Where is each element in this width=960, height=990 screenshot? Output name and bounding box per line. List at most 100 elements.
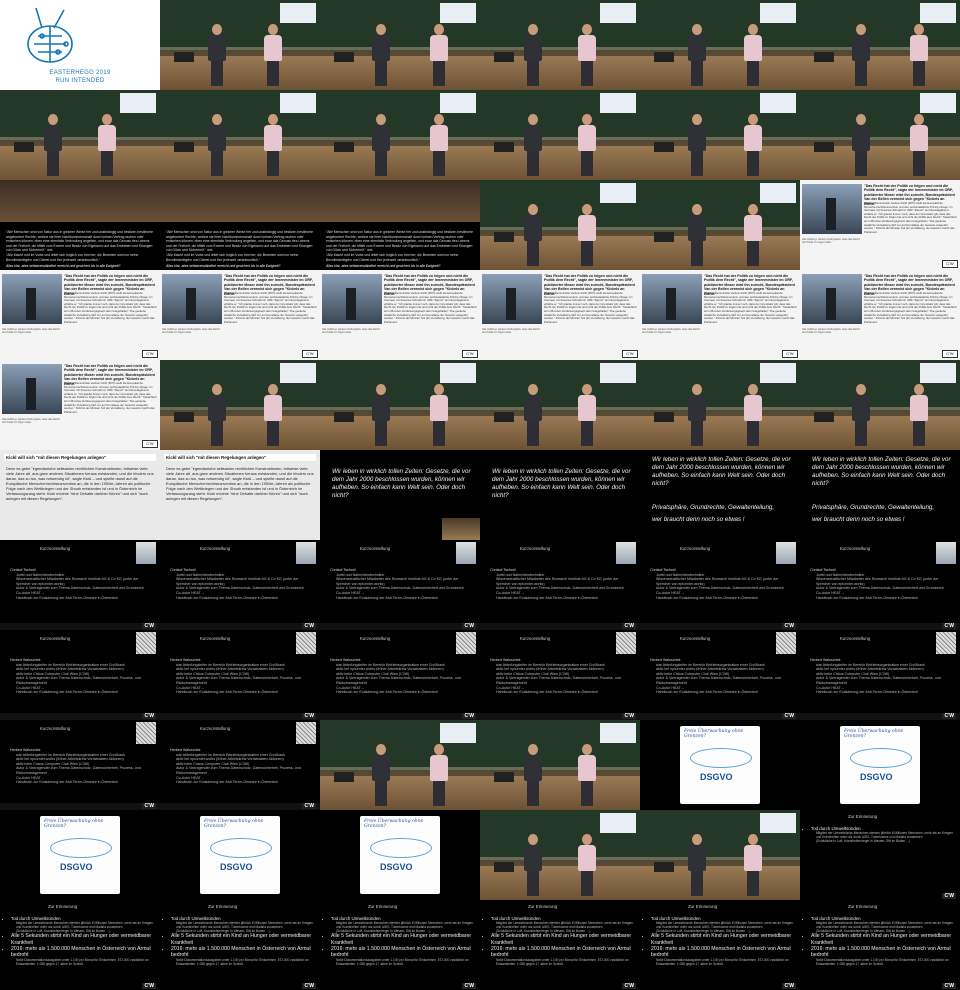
bio-item: Autor & Vortragender zum Thema Datenschu… bbox=[176, 766, 301, 775]
quote-slide-frame: "Alle Menschen sind von Natur aus in gle… bbox=[320, 180, 480, 270]
speaker-dark-shirt bbox=[688, 114, 706, 176]
reminder-subitem: Mitglied der Umweltsünde-Menschen sterbe… bbox=[16, 921, 153, 930]
reminder-heading: Zur Erinnerung bbox=[208, 904, 238, 909]
projection-screen bbox=[920, 3, 956, 23]
laptop bbox=[654, 232, 674, 242]
reminder-item: 2016: mehr als 1.500.000 Menschen in Öst… bbox=[331, 946, 474, 958]
article-body: Wien – Innenminister Herbert Kickl (FPÖ)… bbox=[864, 291, 957, 324]
bio-item: Wissenschaftlicher Mitarbeiter des Resea… bbox=[16, 577, 139, 586]
laptop bbox=[814, 142, 834, 152]
reminder-subitem: Mitglied der Umweltsünde-Menschen sterbe… bbox=[816, 921, 953, 930]
speaker-pink-shirt bbox=[430, 384, 448, 446]
reminder-subitem: Nutzt Dokumentationsausgaben unter 1.100… bbox=[176, 958, 309, 967]
laptop bbox=[334, 52, 354, 62]
sketchnote: Freie Überwachung ohne Grenzen? DSGVO bbox=[840, 726, 920, 804]
video-strip bbox=[0, 180, 160, 222]
projection-screen bbox=[760, 93, 796, 113]
bio-list: Herbert Waloschek war Abteilungsleiter im… bbox=[486, 658, 632, 695]
c3w-logo: C'W bbox=[622, 983, 636, 989]
c3w-logo: C'W bbox=[302, 623, 316, 629]
sketch-doodle bbox=[370, 838, 432, 858]
sketch-doodle bbox=[690, 748, 752, 768]
lecture-video-frame bbox=[640, 90, 800, 180]
c3w-logo: C'W bbox=[782, 623, 796, 629]
sketchnote: Freie Überwachung ohne Grenzen? DSGVO bbox=[680, 726, 760, 804]
c3w-logo: C'W bbox=[142, 983, 156, 989]
lecture-video-frame bbox=[160, 0, 320, 90]
speaker-dark-shirt bbox=[208, 114, 226, 176]
footer-bar bbox=[0, 803, 160, 810]
speaker-dark-shirt bbox=[44, 114, 62, 176]
person-silhouette bbox=[666, 288, 676, 320]
laptop bbox=[814, 52, 834, 62]
picture-in-picture bbox=[442, 518, 480, 540]
lecture-video-frame bbox=[480, 810, 640, 900]
reminder-subitem: Nutzt Dokumentationsausgaben unter 1.100… bbox=[336, 958, 469, 967]
laptop bbox=[174, 142, 194, 152]
laptop bbox=[14, 142, 34, 152]
reminder-subitem: Nutzt Dokumentationsausgaben unter 1.100… bbox=[816, 958, 949, 967]
speaker-bio-frame: Kurzvorstellung Herbert Waloschek war Abte… bbox=[0, 720, 160, 810]
rabbit-circuit-icon bbox=[27, 7, 73, 63]
bio-item: Autor & Vortragender zum Thema Datenschu… bbox=[816, 676, 941, 685]
reminder-slide-frame: Zur Erinnerung Tod durch UmweltsündenMitg… bbox=[800, 900, 960, 990]
speaker-dark-shirt bbox=[688, 204, 706, 266]
speaker-bio-frame: Kurzvorstellung Christof Tschohl Jurist un… bbox=[320, 540, 480, 630]
news-article-frame: Alte Hofburg: Herbert Kickl glaubt, dass… bbox=[800, 180, 960, 270]
lecture-video-frame bbox=[800, 0, 960, 90]
article-body: Wien – Innenminister Herbert Kickl (FPÖ)… bbox=[544, 291, 637, 324]
c3w-logo: C'W bbox=[942, 350, 958, 358]
speaker-pink-shirt bbox=[264, 114, 282, 176]
projection-screen bbox=[760, 3, 796, 23]
speaker-dark-shirt bbox=[524, 114, 542, 176]
person-silhouette bbox=[26, 378, 36, 410]
sketchnote-keyword: DSGVO bbox=[380, 862, 413, 872]
lecture-video-frame bbox=[640, 810, 800, 900]
bio-list: Herbert Waloschek war Abteilungsleiter im… bbox=[326, 658, 472, 695]
footer-bar bbox=[480, 623, 640, 630]
lecture-video-frame bbox=[480, 180, 640, 270]
footer-bar bbox=[480, 713, 640, 720]
footer-bar bbox=[320, 623, 480, 630]
bio-item: Wissenschaftlicher Mitarbeiter des Resea… bbox=[656, 577, 779, 586]
speaker-bio-frame: Kurzvorstellung Herbert Waloschek war Abte… bbox=[640, 630, 800, 720]
reminder-subitem: Nutzt Dokumentationsausgaben unter 1.100… bbox=[656, 958, 789, 967]
laptop bbox=[494, 52, 514, 62]
projection-screen bbox=[280, 363, 316, 383]
laptop bbox=[814, 412, 834, 422]
reminder-item: Alle 5 Sekunden stirbt ein Kind an Hunge… bbox=[491, 933, 634, 945]
bio-heading: Kurzvorstellung bbox=[520, 546, 551, 551]
slide-body: Denn es gebe "irgendwelche seltsamen rec… bbox=[166, 466, 314, 501]
reminder-subitem: Mitglied der Umweltsünde-Menschen sterbe… bbox=[816, 831, 953, 840]
reminder-subitem: Nutzt Dokumentationsausgaben unter 1.100… bbox=[496, 958, 629, 967]
bio-list: Christof Tschohl Jurist und Nahrichtentec… bbox=[326, 568, 472, 600]
lecture-video-frame bbox=[0, 90, 160, 180]
quote-slide-frame: "Alle Menschen sind von Natur aus in gle… bbox=[0, 180, 160, 270]
speaker-dark-shirt bbox=[524, 204, 542, 266]
c3w-logo: C'W bbox=[942, 713, 956, 719]
speaker-pink-shirt bbox=[264, 24, 282, 86]
slide-body: Denn es gebe "irgendwelche seltsamen rec… bbox=[6, 466, 154, 501]
bio-item: Autor & Vortragender zum Thema Datenschu… bbox=[176, 676, 301, 685]
photo-caption: Alte Hofburg: Herbert Kickl glaubt, dass… bbox=[802, 328, 860, 335]
reminder-list: Tod durch UmweltsündenMitglied der Umwel… bbox=[806, 826, 954, 843]
c3w-logo: C'W bbox=[142, 803, 156, 809]
contact-sheet-grid: EASTERHEGG 2019 RUN INTENDED "Alle Mensche… bbox=[0, 0, 960, 990]
reminder-list: Tod durch UmweltsündenMitglied der Umwel… bbox=[326, 916, 474, 966]
bio-item: Wissenschaftlicher Mitarbeiter des Resea… bbox=[496, 577, 619, 586]
speaker-pink-shirt bbox=[744, 834, 762, 896]
sketchnote-title: Freie Überwachung ohne Grenzen? bbox=[204, 819, 264, 829]
quote-paragraph: "Alle Macht ruht im Volke und leitet sic… bbox=[326, 252, 459, 262]
speaker-photo bbox=[616, 542, 636, 564]
reminder-item: 2016: mehr als 1.500.000 Menschen in Öst… bbox=[11, 946, 154, 958]
c3w-logo: C'W bbox=[462, 983, 476, 989]
c3w-logo: C'W bbox=[462, 713, 476, 719]
bio-heading: Kurzvorstellung bbox=[200, 546, 231, 551]
speaker-dark-shirt bbox=[524, 834, 542, 896]
reminder-heading: Zur Erinnerung bbox=[848, 814, 878, 819]
footer-bar bbox=[160, 623, 320, 630]
reminder-subitem: Mitglied der Umweltsünde-Menschen sterbe… bbox=[496, 921, 633, 930]
bio-item: Wissenschaftlicher Mitarbeiter des Resea… bbox=[176, 577, 299, 586]
projection-screen bbox=[120, 93, 156, 113]
c3w-logo: C'W bbox=[622, 713, 636, 719]
